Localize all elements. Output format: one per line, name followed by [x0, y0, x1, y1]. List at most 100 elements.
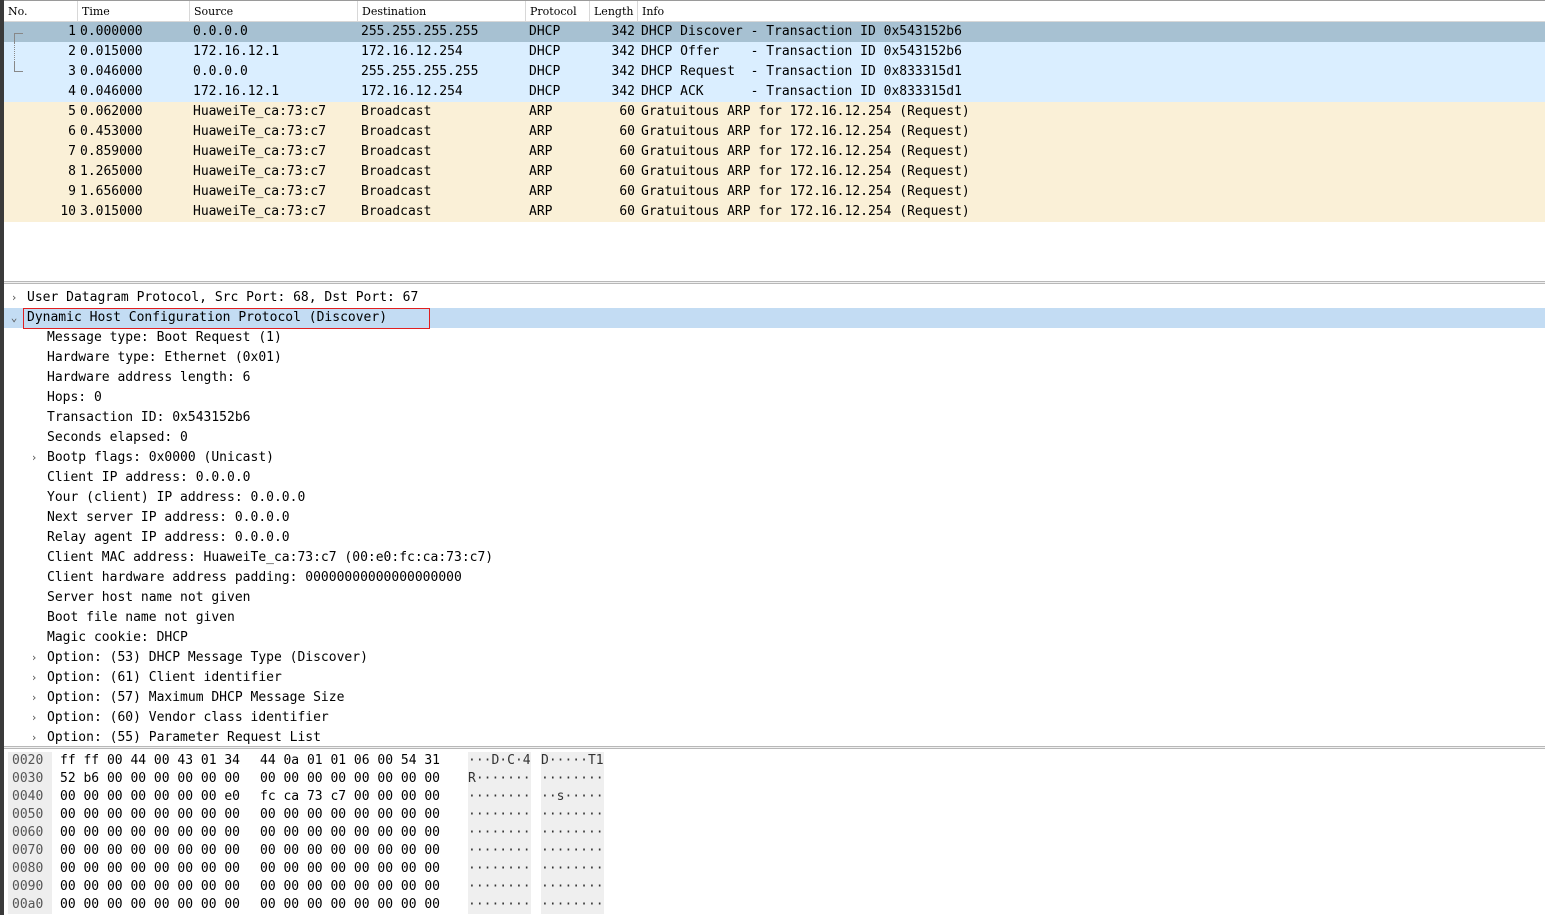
column-header-source[interactable]: Source — [190, 1, 358, 21]
tree-item-field[interactable]: Hardware address length: 6 — [4, 368, 1545, 388]
packet-cell-protocol: DHCP — [529, 24, 561, 39]
tree-item-field-label: Seconds elapsed: 0 — [47, 430, 188, 445]
hex-dump-ascii1: R······· — [468, 770, 531, 788]
packet-cell-time: 0.859000 — [80, 144, 143, 159]
packet-row[interactable]: 7 0.859000 HuaweiTe_ca:73:c7 Broadcast ARP 60… — [4, 142, 1545, 162]
tree-item-field[interactable]: › Option: (53) DHCP Message Type (Discove… — [4, 648, 1545, 668]
hex-dump-ascii1: ···D·C·4 — [468, 752, 531, 770]
column-header-time[interactable]: Time — [78, 1, 190, 21]
tree-item-field[interactable]: Message type: Boot Request (1) — [4, 328, 1545, 348]
packet-row[interactable]: 8 1.265000 HuaweiTe_ca:73:c7 Broadcast ARP 60… — [4, 162, 1545, 182]
tree-item-field[interactable]: Client IP address: 0.0.0.0 — [4, 468, 1545, 488]
chevron-down-icon[interactable]: ⌄ — [8, 308, 20, 328]
packet-cell-info: Gratuitous ARP for 172.16.12.254 (Reques… — [641, 104, 970, 119]
tree-item-field[interactable]: Transaction ID: 0x543152b6 — [4, 408, 1545, 428]
tree-item-field[interactable]: › Option: (61) Client identifier — [4, 668, 1545, 688]
packet-cell-info: Gratuitous ARP for 172.16.12.254 (Reques… — [641, 124, 970, 139]
chevron-right-icon[interactable]: › — [8, 288, 20, 308]
hex-dump-ascii2: ········ — [541, 770, 604, 788]
packet-bytes-pane[interactable]: 0020 ff ff 00 44 00 43 01 34 44 0a 01 01 0… — [4, 752, 1545, 915]
hex-dump-row[interactable]: 0080 00 00 00 00 00 00 00 00 00 00 00 00 0… — [4, 860, 1545, 878]
packet-row[interactable]: 5 0.062000 HuaweiTe_ca:73:c7 Broadcast ARP 60… — [4, 102, 1545, 122]
tree-item-field[interactable]: Next server IP address: 0.0.0.0 — [4, 508, 1545, 528]
tree-item-udp[interactable]: › User Datagram Protocol, Src Port: 68, … — [4, 288, 1545, 308]
packet-details-pane[interactable]: › User Datagram Protocol, Src Port: 68, … — [4, 288, 1545, 746]
packet-cell-destination: Broadcast — [361, 184, 432, 199]
packet-cell-no: 8 — [68, 164, 76, 179]
tree-item-field[interactable]: Server host name not given — [4, 588, 1545, 608]
packet-cell-time: 0.453000 — [80, 124, 143, 139]
packet-cell-length: 342 — [611, 24, 635, 39]
hex-dump-hex2: 00 00 00 00 00 00 00 00 — [260, 825, 441, 840]
tree-item-field-label: Magic cookie: DHCP — [47, 630, 188, 645]
packet-row[interactable]: 2 0.015000 172.16.12.1 172.16.12.254 DHCP 342… — [4, 42, 1545, 62]
tree-item-field[interactable]: Hardware type: Ethernet (0x01) — [4, 348, 1545, 368]
tree-item-field[interactable]: Client hardware address padding: 0000000… — [4, 568, 1545, 588]
packet-cell-time: 0.000000 — [80, 24, 143, 39]
tree-item-field[interactable]: Boot file name not given — [4, 608, 1545, 628]
column-header-info[interactable]: Info — [638, 1, 1545, 21]
tree-item-field-label: Option: (61) Client identifier — [47, 670, 282, 685]
tree-item-field[interactable]: Seconds elapsed: 0 — [4, 428, 1545, 448]
tree-item-field-label: Client IP address: 0.0.0.0 — [47, 470, 251, 485]
packet-cell-info: DHCP ACK - Transaction ID 0x833315d1 — [641, 84, 962, 99]
packet-list-pane[interactable]: No. Time Source Destination Protocol Len… — [4, 0, 1545, 283]
hex-dump-ascii1: ········ — [468, 788, 531, 806]
tree-item-field[interactable]: Your (client) IP address: 0.0.0.0 — [4, 488, 1545, 508]
packet-cell-no: 6 — [68, 124, 76, 139]
tree-item-field[interactable]: › Bootp flags: 0x0000 (Unicast) — [4, 448, 1545, 468]
packet-cell-destination: 255.255.255.255 — [361, 24, 479, 39]
packet-row[interactable]: 1 0.000000 0.0.0.0 255.255.255.255 DHCP 342 DH… — [4, 22, 1545, 43]
packet-row[interactable]: 9 1.656000 HuaweiTe_ca:73:c7 Broadcast ARP 60… — [4, 182, 1545, 202]
packet-row[interactable]: 4 0.046000 172.16.12.1 172.16.12.254 DHCP 342… — [4, 82, 1545, 102]
chevron-right-icon[interactable]: › — [28, 668, 40, 688]
conversation-link-icon — [14, 42, 23, 62]
column-header-length[interactable]: Length — [590, 1, 638, 21]
tree-item-dhcp[interactable]: ⌄ Dynamic Host Configuration Protocol (D… — [4, 308, 1545, 329]
chevron-right-icon[interactable]: › — [28, 728, 40, 746]
hex-dump-row[interactable]: 0040 00 00 00 00 00 00 00 e0 fc ca 73 c7 0… — [4, 788, 1545, 806]
tree-item-field[interactable]: Relay agent IP address: 0.0.0.0 — [4, 528, 1545, 548]
tree-item-field-label: Client MAC address: HuaweiTe_ca:73:c7 (0… — [47, 550, 494, 565]
tree-item-field[interactable]: › Option: (60) Vendor class identifier — [4, 708, 1545, 728]
packet-cell-source: 0.0.0.0 — [193, 24, 248, 39]
hex-dump-row[interactable]: 0090 00 00 00 00 00 00 00 00 00 00 00 00 0… — [4, 878, 1545, 896]
column-header-no[interactable]: No. — [4, 1, 78, 21]
chevron-right-icon[interactable]: › — [28, 688, 40, 708]
tree-item-field[interactable]: › Option: (55) Parameter Request List — [4, 728, 1545, 746]
tree-item-field-label: Message type: Boot Request (1) — [47, 330, 282, 345]
packet-cell-protocol: ARP — [529, 144, 553, 159]
packet-cell-length: 60 — [619, 144, 635, 159]
packet-cell-protocol: ARP — [529, 124, 553, 139]
hex-dump-row[interactable]: 00a0 00 00 00 00 00 00 00 00 00 00 00 00 0… — [4, 896, 1545, 914]
column-header-destination[interactable]: Destination — [358, 1, 526, 21]
packet-cell-protocol: DHCP — [529, 84, 561, 99]
pane-splitter-bottom[interactable] — [4, 746, 1545, 749]
packet-cell-source: HuaweiTe_ca:73:c7 — [193, 104, 327, 119]
packet-row[interactable]: 6 0.453000 HuaweiTe_ca:73:c7 Broadcast ARP 60… — [4, 122, 1545, 142]
tree-item-field-label: Server host name not given — [47, 590, 251, 605]
hex-dump-ascii2: ········ — [541, 896, 604, 914]
tree-item-field[interactable]: Hops: 0 — [4, 388, 1545, 408]
hex-dump-row[interactable]: 0060 00 00 00 00 00 00 00 00 00 00 00 00 0… — [4, 824, 1545, 842]
pane-splitter-top[interactable] — [4, 281, 1545, 284]
hex-dump-row[interactable]: 0030 52 b6 00 00 00 00 00 00 00 00 00 00 0… — [4, 770, 1545, 788]
packet-cell-length: 60 — [619, 124, 635, 139]
packet-cell-no: 9 — [68, 184, 76, 199]
hex-dump-row[interactable]: 0050 00 00 00 00 00 00 00 00 00 00 00 00 0… — [4, 806, 1545, 824]
tree-item-field[interactable]: › Option: (57) Maximum DHCP Message Size — [4, 688, 1545, 708]
packet-row[interactable]: 3 0.046000 0.0.0.0 255.255.255.255 DHCP 342 DH… — [4, 62, 1545, 82]
packet-cell-info: Gratuitous ARP for 172.16.12.254 (Reques… — [641, 164, 970, 179]
hex-dump-ascii2: ········ — [541, 878, 604, 896]
tree-item-field[interactable]: Client MAC address: HuaweiTe_ca:73:c7 (0… — [4, 548, 1545, 568]
hex-dump-row[interactable]: 0070 00 00 00 00 00 00 00 00 00 00 00 00 0… — [4, 842, 1545, 860]
hex-dump-hex1: 00 00 00 00 00 00 00 00 — [60, 825, 241, 840]
tree-item-field[interactable]: Magic cookie: DHCP — [4, 628, 1545, 648]
packet-row[interactable]: 10 3.015000 HuaweiTe_ca:73:c7 Broadcast ARP 6… — [4, 202, 1545, 222]
chevron-right-icon[interactable]: › — [28, 648, 40, 668]
hex-dump-row[interactable]: 0020 ff ff 00 44 00 43 01 34 44 0a 01 01 0… — [4, 752, 1545, 770]
chevron-right-icon[interactable]: › — [28, 448, 40, 468]
packet-cell-destination: Broadcast — [361, 204, 432, 219]
chevron-right-icon[interactable]: › — [28, 708, 40, 728]
column-header-protocol[interactable]: Protocol — [526, 1, 590, 21]
